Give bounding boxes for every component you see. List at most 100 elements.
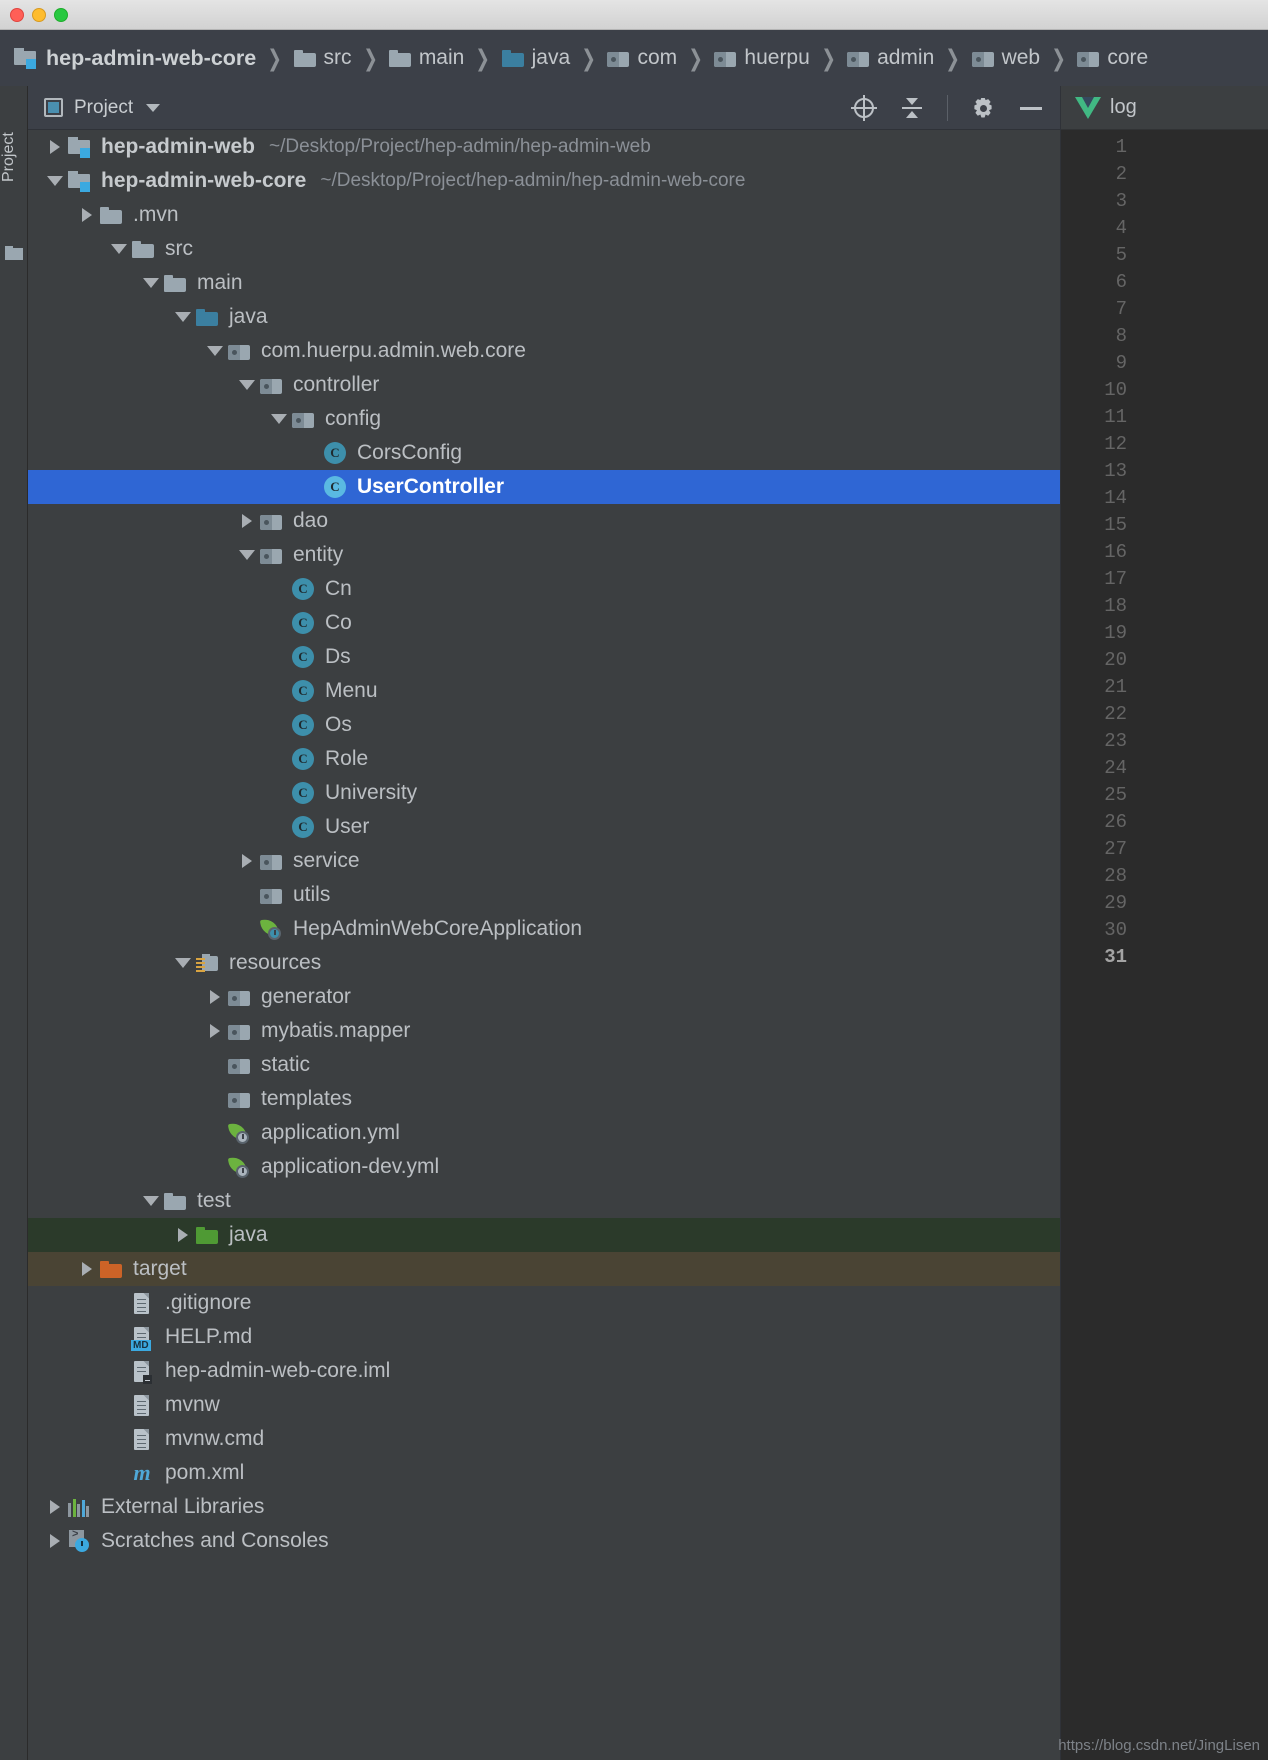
tree-row[interactable]: target — [28, 1252, 1060, 1286]
tree-row[interactable]: C Cn — [28, 572, 1060, 606]
toolbar-divider — [947, 94, 948, 121]
sidebar-item-project[interactable]: Project — [0, 132, 18, 182]
locate-icon[interactable] — [851, 94, 877, 121]
editor-line-number: 7 — [1115, 298, 1127, 320]
chevron-down-icon[interactable] — [170, 958, 196, 968]
chevron-down-icon[interactable] — [42, 176, 68, 186]
tree-row[interactable]: C Role — [28, 742, 1060, 776]
close-window-button[interactable] — [10, 7, 24, 22]
chevron-down-icon[interactable] — [266, 414, 292, 424]
watermark: https://blog.csdn.net/JingLisen — [1058, 1737, 1260, 1754]
chevron-right-icon[interactable] — [74, 208, 100, 222]
tree-row[interactable]: dao — [28, 504, 1060, 538]
chevron-down-icon[interactable] — [106, 244, 132, 254]
chevron-right-icon[interactable] — [202, 990, 228, 1004]
tree-row[interactable]: C University — [28, 776, 1060, 810]
chevron-down-icon[interactable] — [170, 312, 196, 322]
tree-row[interactable]: java — [28, 1218, 1060, 1252]
chevron-right-icon[interactable] — [234, 514, 260, 528]
chevron-down-icon[interactable] — [146, 103, 161, 112]
tree-row[interactable]: main — [28, 266, 1060, 300]
chevron-down-icon[interactable] — [138, 278, 164, 288]
tree-row[interactable]: hep-admin-web ~/Desktop/Project/hep-admin… — [28, 130, 1060, 164]
tree-row[interactable]: resources — [28, 946, 1060, 980]
editor-pane: log 1 2 3 4 5 6 7 8 9 10 11 12 13 14 15 16 17 18 19 20 21 22 2… — [1060, 86, 1268, 1760]
tree-row[interactable]: Scratches and Consoles — [28, 1524, 1060, 1558]
chevron-down-icon[interactable] — [202, 346, 228, 356]
gear-icon[interactable] — [970, 95, 996, 121]
chevron-down-icon[interactable] — [234, 550, 260, 560]
vue-file-icon — [1075, 96, 1101, 119]
breadcrumb-item-web[interactable]: web — [971, 46, 1040, 70]
tree-row[interactable]: generator — [28, 980, 1060, 1014]
breadcrumb-item-core[interactable]: core — [1077, 46, 1148, 70]
tree-row-path: ~/Desktop/Project/hep-admin/hep-admin-we… — [269, 136, 651, 157]
class-icon: C — [292, 578, 314, 600]
breadcrumb-item-huerpu[interactable]: huerpu — [714, 46, 810, 70]
tree-row-label: java — [229, 305, 268, 328]
tree-row[interactable]: templates — [28, 1082, 1060, 1116]
tree-row[interactable]: External Libraries — [28, 1490, 1060, 1524]
chevron-right-icon[interactable] — [170, 1228, 196, 1242]
tree-row[interactable]: java — [28, 300, 1060, 334]
tree-row[interactable]: mybatis.mapper — [28, 1014, 1060, 1048]
chevron-right-icon[interactable] — [42, 1500, 68, 1514]
breadcrumb-item-label: hep-admin-web-core — [46, 45, 257, 70]
tree-row[interactable]: C User — [28, 810, 1060, 844]
breadcrumb-item-main[interactable]: main — [388, 46, 464, 70]
zoom-window-button[interactable] — [54, 7, 68, 22]
tree-row-label: target — [133, 1257, 187, 1280]
tree-row[interactable]: .gitignore — [28, 1286, 1060, 1320]
tree-row[interactable]: hep-admin-web-core ~/Desktop/Project/hep-… — [28, 164, 1060, 198]
tree-row[interactable]: C Co — [28, 606, 1060, 640]
breadcrumb-item-com[interactable]: com — [607, 46, 677, 70]
tree-row[interactable]: config — [28, 402, 1060, 436]
chevron-right-icon[interactable] — [74, 1262, 100, 1276]
chevron-down-icon[interactable] — [234, 380, 260, 390]
package-icon — [1077, 50, 1100, 67]
collapse-all-icon[interactable] — [899, 95, 925, 121]
tree-row[interactable]: MD HELP.md — [28, 1320, 1060, 1354]
tree-row-icon: C — [292, 714, 320, 736]
chevron-right-icon[interactable] — [42, 140, 68, 154]
tree-row[interactable]: mvnw — [28, 1388, 1060, 1422]
minimize-icon[interactable] — [1018, 95, 1044, 121]
breadcrumb-item-src[interactable]: src — [293, 46, 352, 70]
project-view-selector[interactable]: Project — [44, 97, 161, 119]
tree-row[interactable]: .mvn — [28, 198, 1060, 232]
tree-row[interactable]: application-dev.yml — [28, 1150, 1060, 1184]
tree-row[interactable]: HepAdminWebCoreApplication — [28, 912, 1060, 946]
tree-row[interactable]: service — [28, 844, 1060, 878]
minimize-window-button[interactable] — [32, 7, 46, 22]
module-icon — [14, 48, 38, 69]
tree-row[interactable]: mvnw.cmd — [28, 1422, 1060, 1456]
tree-row[interactable]: test — [28, 1184, 1060, 1218]
tree-row[interactable]: C CorsConfig — [28, 436, 1060, 470]
tree-row[interactable]: C Os — [28, 708, 1060, 742]
tree-row[interactable]: C UserController — [28, 470, 1060, 504]
breadcrumb-item-admin[interactable]: admin — [847, 46, 934, 70]
chevron-right-icon[interactable] — [202, 1024, 228, 1038]
class-icon: C — [292, 748, 314, 770]
tree-row[interactable]: application.yml — [28, 1116, 1060, 1150]
tree-row[interactable]: C Ds — [28, 640, 1060, 674]
tree-row[interactable]: src — [28, 232, 1060, 266]
tree-row[interactable]: controller — [28, 368, 1060, 402]
breadcrumb-item-java[interactable]: java — [501, 46, 570, 70]
spring-yaml-icon — [227, 1121, 252, 1144]
tree-row[interactable]: com.huerpu.admin.web.core — [28, 334, 1060, 368]
tool-window-strip: Project — [0, 86, 28, 1760]
tree-row[interactable]: utils — [28, 878, 1060, 912]
chevron-right-icon[interactable] — [42, 1534, 68, 1548]
folder-icon — [132, 240, 154, 258]
breadcrumb-item-hep-admin-web-core[interactable]: hep-admin-web-core — [14, 46, 256, 71]
project-tree[interactable]: hep-admin-web ~/Desktop/Project/hep-admin… — [28, 130, 1060, 1760]
tree-row[interactable]: C Menu — [28, 674, 1060, 708]
tree-row[interactable]: m pom.xml — [28, 1456, 1060, 1490]
editor-tab[interactable]: log — [1061, 86, 1268, 130]
chevron-right-icon[interactable] — [234, 854, 260, 868]
tree-row[interactable]: hep-admin-web-core.iml — [28, 1354, 1060, 1388]
tree-row[interactable]: entity — [28, 538, 1060, 572]
chevron-down-icon[interactable] — [138, 1196, 164, 1206]
tree-row[interactable]: static — [28, 1048, 1060, 1082]
